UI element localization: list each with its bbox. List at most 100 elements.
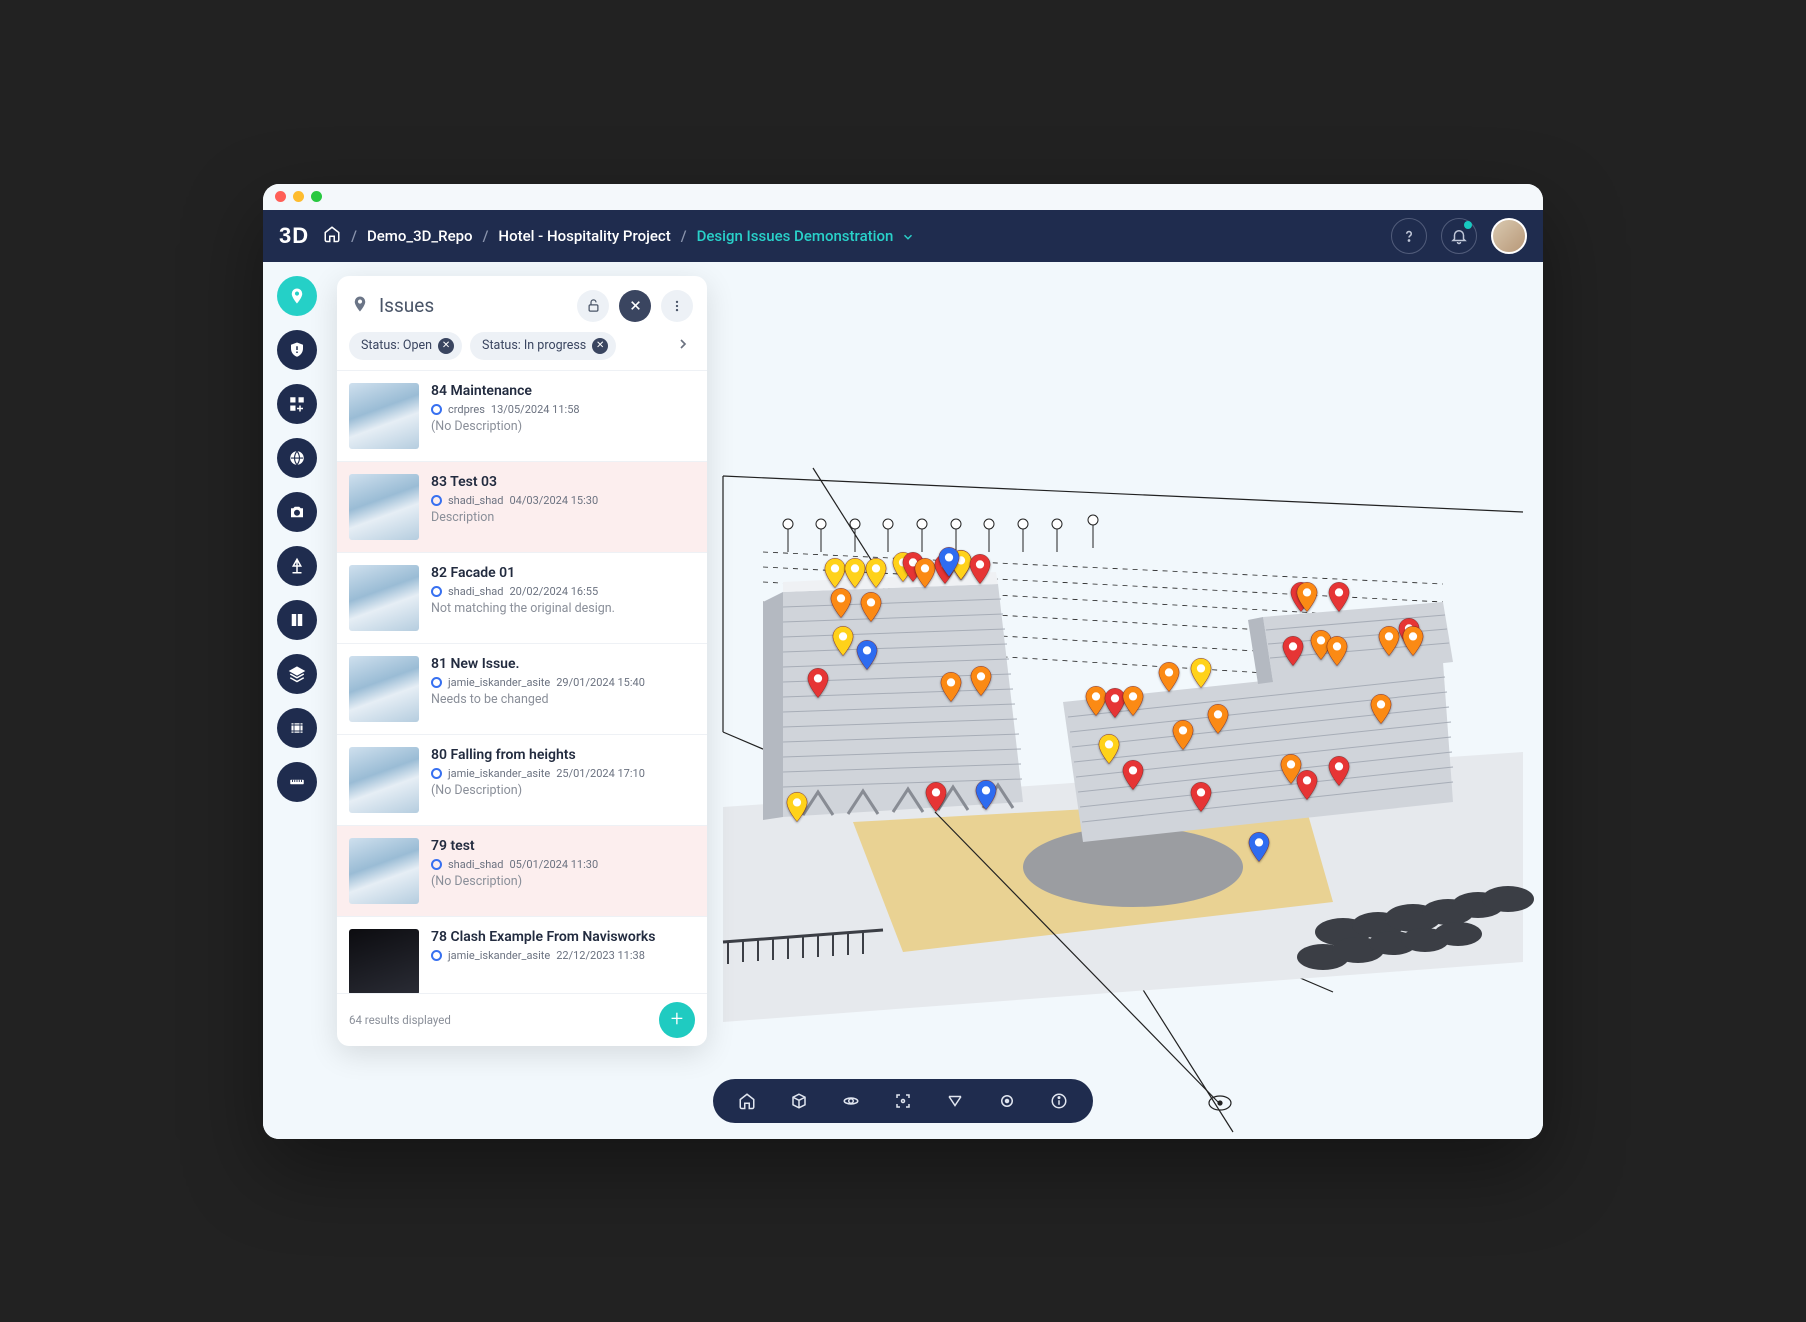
issues-list[interactable]: 84 Maintenance crdpres 13/05/2024 11:58 …	[337, 370, 707, 993]
map-pin[interactable]	[1122, 760, 1144, 790]
more-filters-button[interactable]	[675, 336, 695, 356]
issue-date: 05/01/2024 11:30	[509, 858, 598, 871]
rail-camera-button[interactable]	[277, 492, 317, 532]
orbit-button[interactable]	[839, 1089, 863, 1113]
help-button[interactable]	[1391, 218, 1427, 254]
map-pin[interactable]	[970, 666, 992, 696]
home-view-button[interactable]	[735, 1089, 759, 1113]
info-button[interactable]	[1047, 1089, 1071, 1113]
rail-compare-button[interactable]	[277, 600, 317, 640]
map-pin[interactable]	[1326, 636, 1348, 666]
map-pin[interactable]	[940, 672, 962, 702]
map-pin[interactable]	[824, 558, 846, 588]
lock-button[interactable]	[577, 290, 609, 322]
breadcrumb-current-label: Design Issues Demonstration	[697, 227, 894, 245]
issue-title: 78 Clash Example From Navisworks	[431, 929, 695, 945]
section-button[interactable]	[943, 1089, 967, 1113]
issue-description: Description	[431, 510, 695, 525]
issue-row[interactable]: 83 Test 03 shadi_shad 04/03/2024 15:30 D…	[337, 461, 707, 552]
target-button[interactable]	[995, 1089, 1019, 1113]
filter-chip-status-open[interactable]: Status: Open ✕	[349, 332, 462, 360]
tree-icon	[288, 557, 306, 575]
map-pin[interactable]	[1207, 704, 1229, 734]
notifications-button[interactable]	[1441, 218, 1477, 254]
map-pin[interactable]	[1098, 734, 1120, 764]
status-dot-icon	[431, 586, 442, 597]
breadcrumb-item-1[interactable]: Hotel - Hospitality Project	[498, 227, 670, 245]
issue-row[interactable]: 79 test shadi_shad 05/01/2024 11:30 (No …	[337, 825, 707, 916]
map-pin[interactable]	[860, 592, 882, 622]
rail-views-button[interactable]	[277, 438, 317, 478]
map-pin[interactable]	[1402, 626, 1424, 656]
map-pin[interactable]	[938, 547, 960, 577]
map-pin[interactable]	[914, 558, 936, 588]
map-pin[interactable]	[1370, 694, 1392, 724]
issue-description: Needs to be changed	[431, 692, 695, 707]
breadcrumb-current[interactable]: Design Issues Demonstration	[697, 227, 915, 245]
map-pin[interactable]	[1172, 720, 1194, 750]
close-panel-button[interactable]	[619, 290, 651, 322]
rail-measure-button[interactable]	[277, 762, 317, 802]
rail-layers-button[interactable]	[277, 654, 317, 694]
minimize-window-dot[interactable]	[293, 191, 304, 202]
rail-sequences-button[interactable]	[277, 708, 317, 748]
map-pin[interactable]	[1122, 686, 1144, 716]
rail-groups-button[interactable]	[277, 384, 317, 424]
map-pin[interactable]	[969, 554, 991, 584]
rail-issues-button[interactable]	[277, 276, 317, 316]
map-pin[interactable]	[1190, 782, 1212, 812]
crosshair-icon	[998, 1092, 1016, 1110]
map-pin[interactable]	[844, 558, 866, 588]
focus-button[interactable]	[891, 1089, 915, 1113]
issue-description: (No Description)	[431, 874, 695, 889]
user-avatar[interactable]	[1491, 218, 1527, 254]
map-pin[interactable]	[1328, 756, 1350, 786]
map-pin[interactable]	[807, 668, 829, 698]
box-view-button[interactable]	[787, 1089, 811, 1113]
map-pin[interactable]	[832, 626, 854, 656]
issue-row[interactable]: 80 Falling from heights jamie_iskander_a…	[337, 734, 707, 825]
maximize-window-dot[interactable]	[311, 191, 322, 202]
issue-date: 13/05/2024 11:58	[491, 403, 580, 416]
ruler-icon	[288, 773, 306, 791]
issue-thumbnail	[349, 474, 419, 540]
issue-row[interactable]: 81 New Issue. jamie_iskander_asite 29/01…	[337, 643, 707, 734]
app-logo[interactable]: 3D	[279, 223, 309, 249]
map-pin[interactable]	[1296, 770, 1318, 800]
map-pin[interactable]	[830, 588, 852, 618]
map-pin[interactable]	[1328, 582, 1350, 612]
status-dot-icon	[431, 404, 442, 415]
more-vertical-icon	[670, 299, 684, 313]
rail-risks-button[interactable]	[277, 330, 317, 370]
issue-row[interactable]: 84 Maintenance crdpres 13/05/2024 11:58 …	[337, 370, 707, 461]
close-window-dot[interactable]	[275, 191, 286, 202]
issue-title: 81 New Issue.	[431, 656, 695, 672]
map-pin[interactable]	[786, 792, 808, 822]
map-pin[interactable]	[865, 558, 887, 588]
map-pin[interactable]	[856, 640, 878, 670]
map-pin[interactable]	[1248, 832, 1270, 862]
map-pin[interactable]	[1296, 582, 1318, 612]
panel-footer: 64 results displayed +	[337, 993, 707, 1046]
remove-filter-icon[interactable]: ✕	[438, 338, 454, 354]
panel-menu-button[interactable]	[661, 290, 693, 322]
add-issue-button[interactable]: +	[659, 1002, 695, 1038]
results-count: 64 results displayed	[349, 1013, 451, 1027]
map-pin[interactable]	[1190, 658, 1212, 688]
film-icon	[288, 719, 306, 737]
map-pin[interactable]	[1158, 662, 1180, 692]
issue-row[interactable]: 78 Clash Example From Navisworks jamie_i…	[337, 916, 707, 993]
focus-icon	[894, 1092, 912, 1110]
rail-tree-button[interactable]	[277, 546, 317, 586]
map-pin[interactable]	[925, 782, 947, 812]
map-pin[interactable]	[1282, 636, 1304, 666]
breadcrumb-item-0[interactable]: Demo_3D_Repo	[367, 227, 473, 245]
remove-filter-icon[interactable]: ✕	[592, 338, 608, 354]
breadcrumb-sep: /	[483, 227, 489, 245]
unlock-icon	[586, 298, 601, 313]
issue-row[interactable]: 82 Facade 01 shadi_shad 20/02/2024 16:55…	[337, 552, 707, 643]
filter-chip-status-inprogress[interactable]: Status: In progress ✕	[470, 332, 616, 360]
map-pin[interactable]	[975, 780, 997, 810]
home-icon[interactable]	[323, 225, 341, 247]
map-pin[interactable]	[1378, 626, 1400, 656]
